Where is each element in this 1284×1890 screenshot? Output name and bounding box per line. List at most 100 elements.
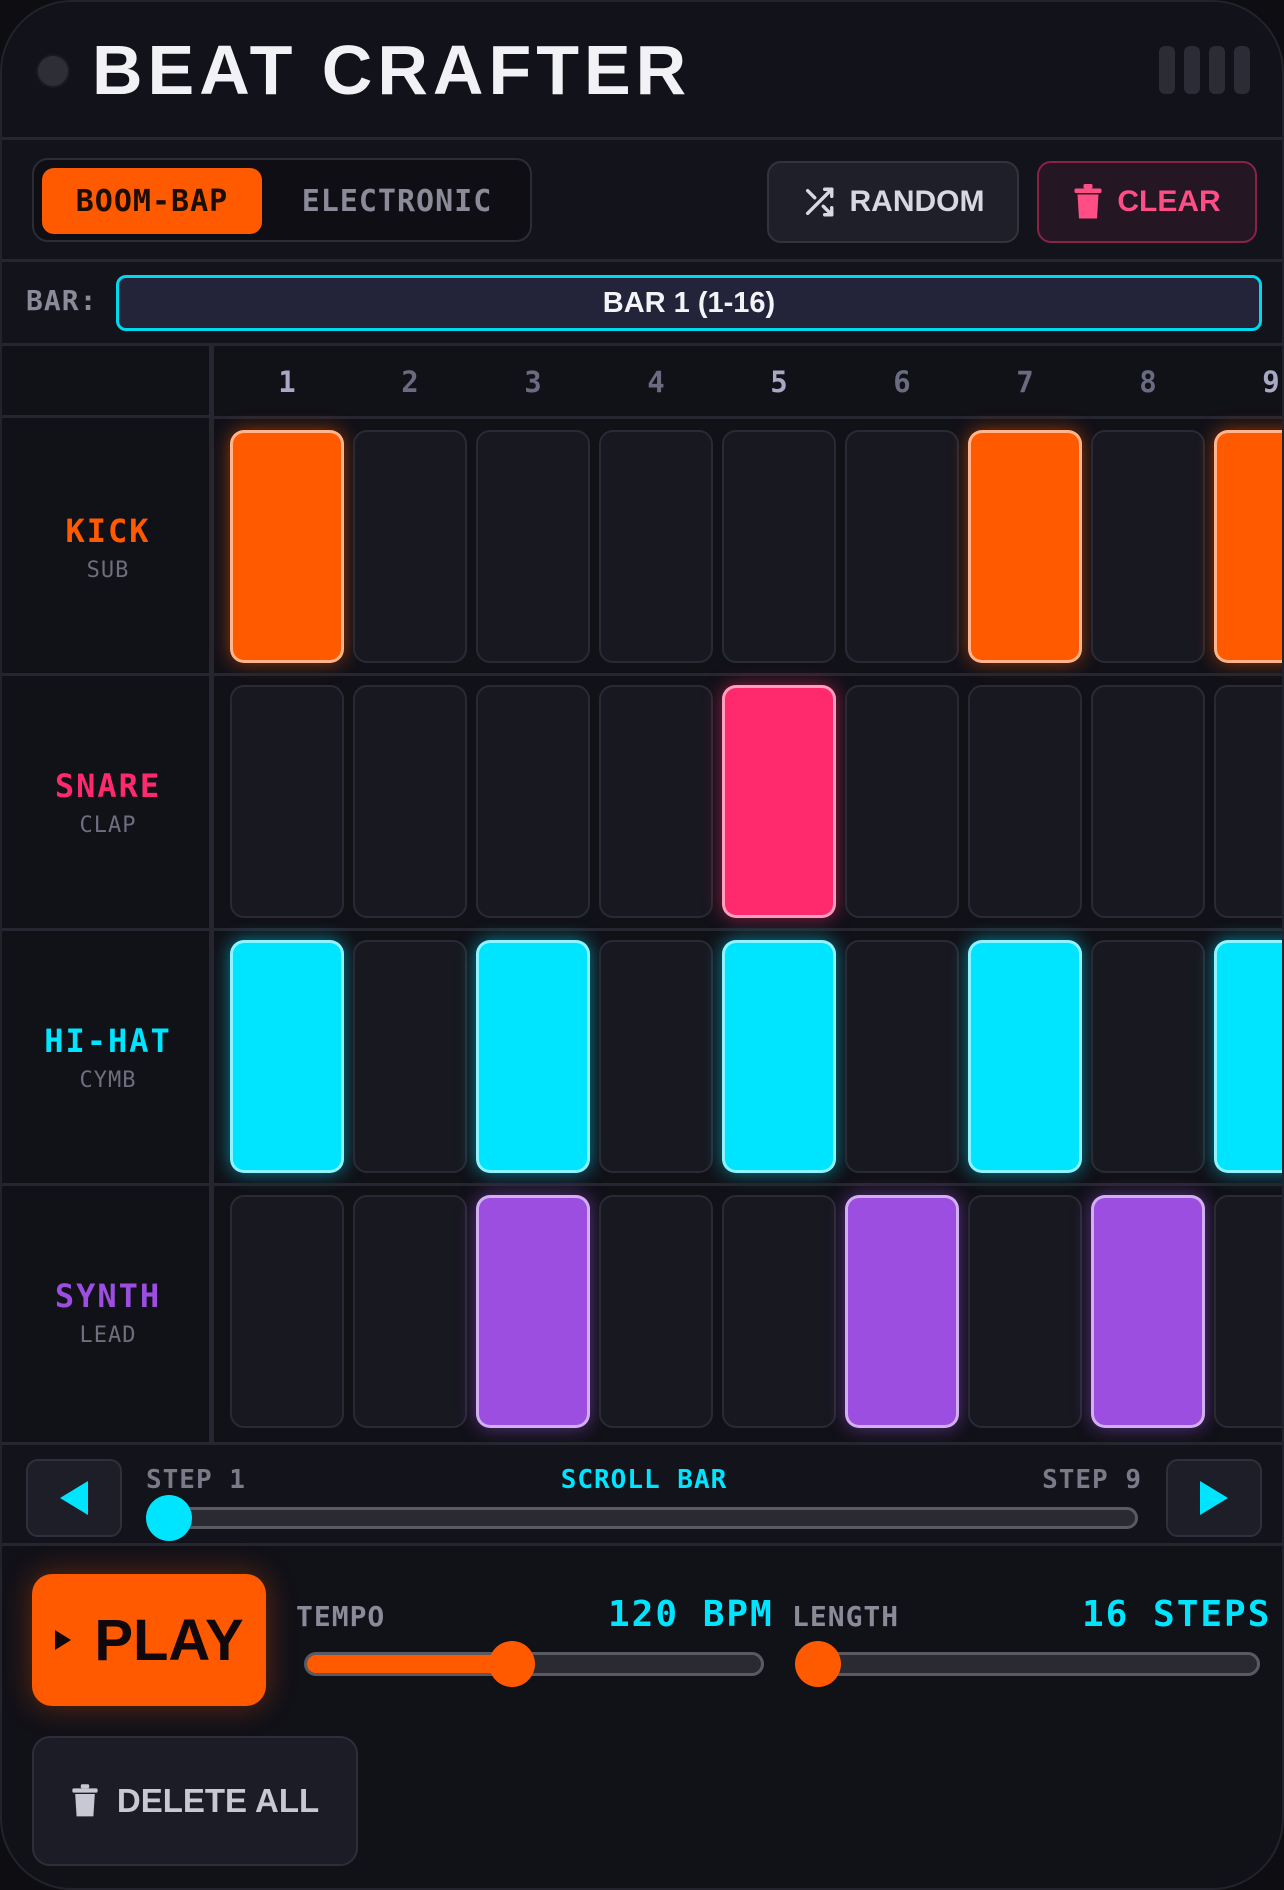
trash-icon bbox=[72, 1784, 98, 1817]
track-hihat-label[interactable]: HI-HAT CYMB bbox=[2, 930, 214, 1185]
track-kick-label[interactable]: KICK SUB bbox=[2, 420, 214, 675]
step-header-4: 4 bbox=[647, 365, 665, 399]
grid-corner bbox=[2, 346, 214, 418]
step-header-9: 9 bbox=[1262, 365, 1280, 399]
length-slider[interactable] bbox=[795, 1641, 1260, 1687]
step-pad[interactable] bbox=[722, 940, 836, 1173]
step-pad[interactable] bbox=[845, 430, 959, 663]
step-pad[interactable] bbox=[353, 430, 467, 663]
triangle-right-icon bbox=[1200, 1481, 1228, 1515]
step-pad[interactable] bbox=[230, 430, 344, 663]
random-button[interactable]: RANDOM bbox=[767, 161, 1019, 243]
step-pad[interactable] bbox=[353, 940, 467, 1173]
step-pad[interactable] bbox=[476, 685, 590, 918]
step-pad[interactable] bbox=[1091, 1195, 1205, 1428]
track-name: SNARE bbox=[54, 767, 162, 805]
beat-crafter-app: BEAT CRAFTER BOOM-BAP ELECTRONIC RANDOM bbox=[0, 0, 1284, 1890]
step-pad[interactable] bbox=[599, 1195, 713, 1428]
step-header-7: 7 bbox=[1016, 365, 1034, 399]
step-pad[interactable] bbox=[1214, 1195, 1282, 1428]
status-led bbox=[36, 54, 70, 88]
bar-select[interactable]: BAR 1 (1-16) bbox=[116, 275, 1262, 331]
step-pad[interactable] bbox=[353, 685, 467, 918]
mode-boom-bap-button[interactable]: BOOM-BAP bbox=[42, 168, 262, 234]
tempo-value: 120 BPM bbox=[608, 1594, 774, 1635]
step-pad[interactable] bbox=[1214, 940, 1282, 1173]
step-pad[interactable] bbox=[722, 430, 836, 663]
step-pad[interactable] bbox=[1091, 430, 1205, 663]
track-sub: CLAP bbox=[79, 813, 137, 838]
step-pad[interactable] bbox=[476, 430, 590, 663]
step-pad[interactable] bbox=[968, 685, 1082, 918]
step-pad[interactable] bbox=[1091, 940, 1205, 1173]
step-pad[interactable] bbox=[722, 1195, 836, 1428]
step-pad[interactable] bbox=[1091, 685, 1205, 918]
track-synth-label[interactable]: SYNTH LEAD bbox=[2, 1185, 214, 1440]
bar-selector-row: BAR: BAR 1 (1-16) bbox=[2, 262, 1282, 346]
toolbar: BOOM-BAP ELECTRONIC RANDOM CLEAR bbox=[2, 140, 1282, 262]
track-name: KICK bbox=[65, 512, 151, 550]
clear-button[interactable]: CLEAR bbox=[1037, 161, 1257, 243]
clear-label: CLEAR bbox=[1117, 185, 1221, 218]
length-slider-knob[interactable] bbox=[795, 1641, 841, 1687]
mode-electronic-button[interactable]: ELECTRONIC bbox=[274, 168, 520, 234]
step-pad[interactable] bbox=[353, 1195, 467, 1428]
length-label: LENGTH bbox=[792, 1600, 900, 1633]
step-pad[interactable] bbox=[1214, 430, 1282, 663]
step-pad[interactable] bbox=[476, 1195, 590, 1428]
next-step-button[interactable] bbox=[1166, 1459, 1262, 1537]
length-value: 16 STEPS bbox=[1082, 1594, 1272, 1635]
step-pad[interactable] bbox=[845, 1195, 959, 1428]
tempo-slider-fill bbox=[307, 1655, 520, 1673]
step-pad[interactable] bbox=[599, 940, 713, 1173]
step-pad[interactable] bbox=[476, 940, 590, 1173]
genre-mode-toggle: BOOM-BAP ELECTRONIC bbox=[32, 158, 532, 242]
step-pad[interactable] bbox=[599, 685, 713, 918]
step-pad[interactable] bbox=[968, 430, 1082, 663]
step-pad[interactable] bbox=[968, 940, 1082, 1173]
step-pad[interactable] bbox=[722, 685, 836, 918]
step-pad[interactable] bbox=[845, 940, 959, 1173]
tempo-slider[interactable] bbox=[304, 1641, 764, 1687]
step-header-6: 6 bbox=[893, 365, 911, 399]
delete-all-button[interactable]: DELETE ALL bbox=[32, 1736, 358, 1866]
track-name: SYNTH bbox=[54, 1277, 162, 1315]
step-pad[interactable] bbox=[230, 940, 344, 1173]
track-snare-label[interactable]: SNARE CLAP bbox=[2, 675, 214, 930]
bar-label: BAR: bbox=[26, 284, 98, 317]
sequencer-grid: 1 2 3 4 5 6 7 8 9 KICK SUB SNARE CLAP HI-HAT CYMB SYNTH… bbox=[2, 346, 1282, 1442]
scroll-thumb[interactable] bbox=[146, 1495, 192, 1541]
track-sub: SUB bbox=[86, 558, 130, 583]
app-title: BEAT CRAFTER bbox=[92, 31, 692, 109]
step-header-3: 3 bbox=[524, 365, 542, 399]
header: BEAT CRAFTER bbox=[2, 2, 1282, 140]
step-header-2: 2 bbox=[401, 365, 419, 399]
step-pad[interactable] bbox=[968, 1195, 1082, 1428]
track-sub: CYMB bbox=[79, 1068, 137, 1093]
tempo-slider-knob[interactable] bbox=[489, 1641, 536, 1687]
play-icon bbox=[55, 1630, 72, 1650]
play-label: PLAY bbox=[94, 1607, 244, 1673]
row-divider bbox=[2, 673, 1282, 676]
step-pad[interactable] bbox=[1214, 685, 1282, 918]
scroll-row: STEP 1 SCROLL BAR STEP 9 bbox=[2, 1442, 1282, 1546]
row-divider bbox=[2, 1183, 1282, 1186]
step-pad[interactable] bbox=[599, 430, 713, 663]
step-header-1: 1 bbox=[278, 365, 296, 399]
step-pad[interactable] bbox=[845, 685, 959, 918]
scroll-track[interactable] bbox=[158, 1507, 1138, 1529]
menu-grip-icon[interactable] bbox=[1159, 46, 1250, 94]
step-header-5: 5 bbox=[770, 365, 788, 399]
row-divider bbox=[2, 928, 1282, 931]
random-label: RANDOM bbox=[849, 185, 985, 218]
tempo-label: TEMPO bbox=[296, 1600, 386, 1633]
delete-all-label: DELETE ALL bbox=[116, 1782, 320, 1819]
shuffle-icon bbox=[805, 187, 833, 217]
step-header-8: 8 bbox=[1139, 365, 1157, 399]
track-name: HI-HAT bbox=[44, 1022, 172, 1060]
play-button[interactable]: PLAY bbox=[32, 1574, 266, 1706]
step-pad[interactable] bbox=[230, 1195, 344, 1428]
scroll-end-label: STEP 9 bbox=[1042, 1465, 1142, 1495]
track-sub: LEAD bbox=[79, 1323, 137, 1348]
step-pad[interactable] bbox=[230, 685, 344, 918]
